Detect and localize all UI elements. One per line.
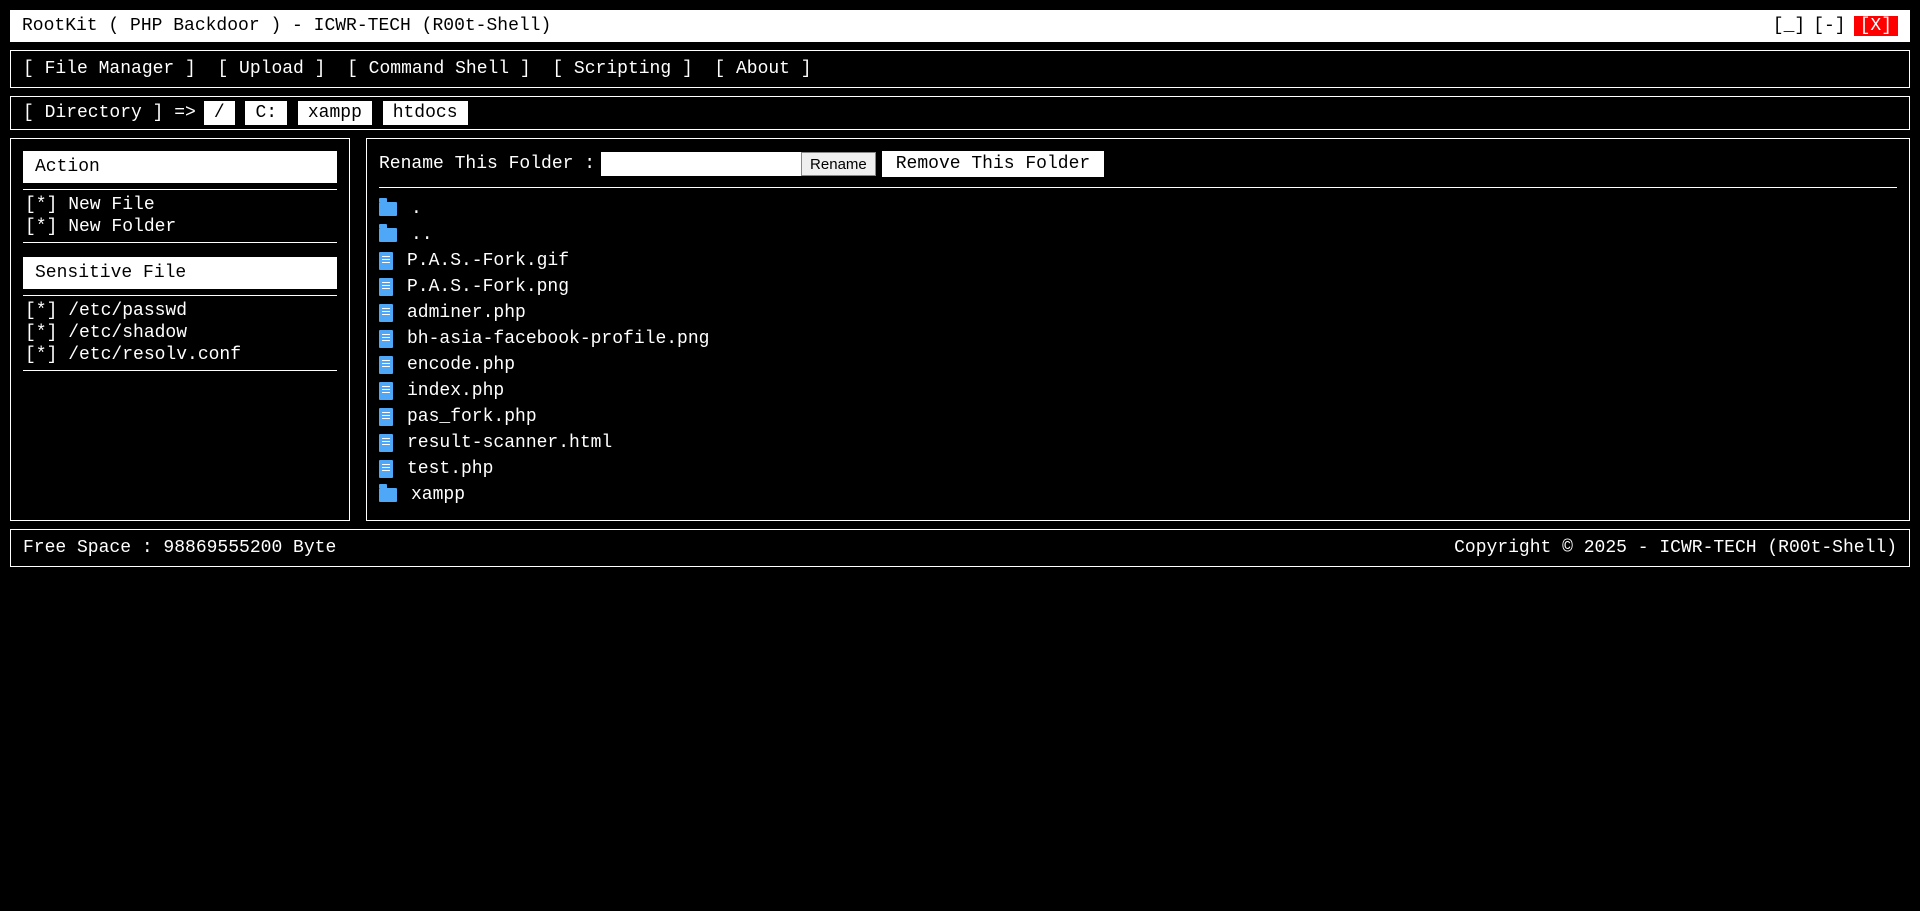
file-icon	[379, 434, 393, 452]
window-controls: [_] [-] [X]	[1773, 16, 1898, 36]
menu-about[interactable]: [ About ]	[714, 59, 811, 79]
entry-name: P.A.S.-Fork.gif	[407, 251, 569, 271]
file-icon	[379, 278, 393, 296]
sensitive-list: [*] /etc/passwd[*] /etc/shadow[*] /etc/r…	[23, 295, 337, 371]
file-icon	[379, 330, 393, 348]
file-row[interactable]: bh-asia-facebook-profile.png	[379, 326, 1897, 352]
entry-name: ..	[411, 225, 433, 245]
file-row[interactable]: P.A.S.-Fork.png	[379, 274, 1897, 300]
directory-label: [ Directory ] =>	[23, 103, 196, 123]
action-item[interactable]: [*] New Folder	[25, 216, 335, 238]
folder-icon	[379, 202, 397, 216]
menu-upload[interactable]: [ Upload ]	[217, 59, 325, 79]
entry-name: result-scanner.html	[407, 433, 612, 453]
minimize-button[interactable]: [_]	[1773, 16, 1805, 36]
folder-row[interactable]: .	[379, 196, 1897, 222]
menu-scripting[interactable]: [ Scripting ]	[552, 59, 692, 79]
breadcrumb: / C: xampp htdocs	[204, 103, 468, 123]
close-button[interactable]: [X]	[1854, 16, 1898, 36]
breadcrumb-segment[interactable]: C:	[245, 101, 287, 125]
entry-name: bh-asia-facebook-profile.png	[407, 329, 709, 349]
entry-name: .	[411, 199, 422, 219]
sidebar-header-sensitive: Sensitive File	[23, 257, 337, 289]
file-row[interactable]: encode.php	[379, 352, 1897, 378]
file-row[interactable]: test.php	[379, 456, 1897, 482]
separator	[379, 187, 1897, 188]
sensitive-item[interactable]: [*] /etc/shadow	[25, 322, 335, 344]
file-icon	[379, 304, 393, 322]
sidebar: Action [*] New File[*] New Folder Sensit…	[10, 138, 350, 521]
folder-row[interactable]: xampp	[379, 482, 1897, 508]
title-bar: RootKit ( PHP Backdoor ) - ICWR-TECH (R0…	[10, 10, 1910, 42]
menu-file-manager[interactable]: [ File Manager ]	[23, 59, 196, 79]
folder-icon	[379, 228, 397, 242]
file-list: ... P.A.S.-Fork.gif P.A.S.-Fork.png adminer…	[379, 196, 1897, 508]
free-space: Free Space : 98869555200 Byte	[23, 538, 336, 558]
folder-icon	[379, 488, 397, 502]
rename-row: Rename This Folder : Rename Remove This …	[379, 151, 1897, 177]
action-list: [*] New File[*] New Folder	[23, 189, 337, 243]
rename-button[interactable]: Rename	[801, 152, 876, 176]
file-icon	[379, 408, 393, 426]
file-row[interactable]: result-scanner.html	[379, 430, 1897, 456]
entry-name: index.php	[407, 381, 504, 401]
rename-input[interactable]	[601, 152, 801, 176]
file-row[interactable]: adminer.php	[379, 300, 1897, 326]
entry-name: P.A.S.-Fork.png	[407, 277, 569, 297]
sidebar-header-action: Action	[23, 151, 337, 183]
file-row[interactable]: index.php	[379, 378, 1897, 404]
menu-bar: [ File Manager ] [ Upload ] [ Command Sh…	[10, 50, 1910, 88]
file-icon	[379, 356, 393, 374]
file-icon	[379, 460, 393, 478]
folder-row[interactable]: ..	[379, 222, 1897, 248]
file-icon	[379, 382, 393, 400]
entry-name: adminer.php	[407, 303, 526, 323]
maximize-button[interactable]: [-]	[1813, 16, 1845, 36]
sensitive-item[interactable]: [*] /etc/resolv.conf	[25, 344, 335, 366]
entry-name: test.php	[407, 459, 493, 479]
file-row[interactable]: P.A.S.-Fork.gif	[379, 248, 1897, 274]
breadcrumb-segment[interactable]: xampp	[298, 101, 372, 125]
remove-folder-button[interactable]: Remove This Folder	[882, 151, 1104, 177]
copyright: Copyright © 2025 - ICWR-TECH (R00t-Shell…	[1454, 538, 1897, 558]
sensitive-item[interactable]: [*] /etc/passwd	[25, 300, 335, 322]
rename-label: Rename This Folder :	[379, 154, 595, 174]
entry-name: xampp	[411, 485, 465, 505]
footer: Free Space : 98869555200 Byte Copyright …	[10, 529, 1910, 567]
app-title: RootKit ( PHP Backdoor ) - ICWR-TECH (R0…	[22, 16, 551, 36]
action-item[interactable]: [*] New File	[25, 194, 335, 216]
file-row[interactable]: pas_fork.php	[379, 404, 1897, 430]
breadcrumb-segment[interactable]: htdocs	[383, 101, 468, 125]
file-icon	[379, 252, 393, 270]
entry-name: encode.php	[407, 355, 515, 375]
path-bar: [ Directory ] => / C: xampp htdocs	[10, 96, 1910, 130]
breadcrumb-segment[interactable]: /	[204, 101, 235, 125]
menu-command-shell[interactable]: [ Command Shell ]	[347, 59, 531, 79]
entry-name: pas_fork.php	[407, 407, 537, 427]
main-panel: Rename This Folder : Rename Remove This …	[366, 138, 1910, 521]
